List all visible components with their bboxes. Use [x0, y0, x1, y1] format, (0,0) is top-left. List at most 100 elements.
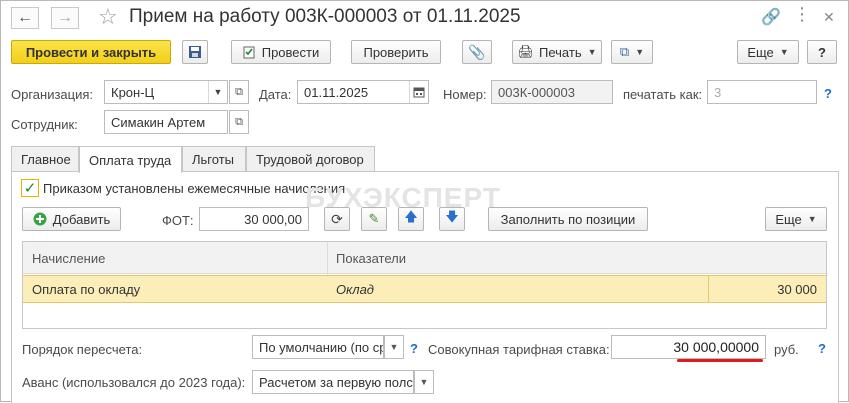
check-label: Проверить: [363, 44, 429, 60]
number-value: 003К-000003: [498, 84, 575, 100]
paperclip-icon: 📎: [468, 43, 486, 60]
back-button[interactable]: ←: [11, 7, 39, 29]
tab-contract-label: Трудовой договор: [256, 152, 364, 167]
tab-main-label: Главное: [21, 152, 71, 167]
window-title: Прием на работу 003К-000003 от 01.11.202…: [129, 6, 521, 27]
organization-value: Крон-Ц: [111, 84, 155, 100]
tab-benefits[interactable]: Льготы: [182, 146, 246, 172]
tab-main[interactable]: Главное: [11, 146, 79, 172]
organization-open-button[interactable]: ⧉: [229, 80, 249, 104]
add-button[interactable]: Добавить: [22, 207, 121, 231]
tariff-label: Совокупная тарифная ставка:: [428, 342, 610, 357]
tariff-help-icon[interactable]: ?: [818, 341, 826, 356]
recalc-field[interactable]: По умолчанию (по ср: [252, 335, 384, 359]
employee-open-button[interactable]: ⧉: [229, 110, 249, 134]
toolbar-more-label: Еще: [747, 44, 774, 60]
tab-payment[interactable]: Оплата труда: [79, 146, 182, 173]
move-up-button[interactable]: 🡅: [398, 207, 424, 231]
post-and-close-button[interactable]: Провести и закрыть: [11, 40, 171, 64]
tariff-value: 30 000,00000: [673, 339, 759, 355]
recalc-label: Порядок пересчета:: [22, 342, 143, 357]
employee-field[interactable]: Симакин Артем: [104, 110, 228, 134]
more-vertical-icon[interactable]: ⋮: [793, 4, 811, 25]
date-field[interactable]: 01.11.2025: [297, 80, 429, 104]
favorite-star-icon[interactable]: ☆: [98, 4, 118, 30]
cell-value: 30 000: [777, 282, 817, 297]
chevron-down-icon: ▼: [779, 47, 789, 57]
employee-value: Симакин Артем: [111, 114, 206, 130]
help-button[interactable]: ?: [807, 40, 837, 64]
recalc-dropdown-button[interactable]: ▼: [384, 335, 404, 359]
tab-payment-label: Оплата труда: [89, 152, 172, 168]
print-as-field[interactable]: 3: [707, 80, 817, 104]
organization-label: Организация:: [11, 87, 94, 102]
chevron-down-icon: ▼: [587, 47, 597, 57]
create-based-icon: ⧉: [619, 44, 630, 59]
number-label: Номер:: [443, 87, 487, 102]
fot-field[interactable]: 30 000,00: [199, 207, 309, 231]
chevron-down-icon: ▼: [419, 377, 429, 387]
print-as-label: печатать как:: [623, 87, 703, 102]
print-button[interactable]: 🖨 Печать ▼: [512, 40, 602, 64]
recalc-help-icon[interactable]: ?: [410, 341, 418, 356]
refresh-button[interactable]: ⟳: [324, 207, 350, 231]
checkmark-icon: ✓: [23, 180, 37, 197]
edit-button[interactable]: ✎: [361, 207, 387, 231]
column-header-indicators[interactable]: Показатели: [336, 251, 406, 266]
cell-indicator: Оклад: [336, 282, 374, 297]
save-icon: [189, 46, 201, 58]
date-label: Дата:: [259, 87, 292, 102]
forward-button[interactable]: →: [51, 7, 79, 29]
print-label: Печать: [539, 44, 582, 60]
arrow-left-icon: ←: [17, 9, 33, 26]
add-circle-icon: [33, 212, 47, 226]
attach-button[interactable]: 📎: [462, 40, 492, 64]
save-button[interactable]: [182, 40, 208, 64]
tariff-field[interactable]: 30 000,00000: [611, 335, 766, 359]
advance-value: Расчетом за первую полс: [259, 374, 413, 390]
fill-by-position-label: Заполнить по позиции: [500, 211, 636, 227]
highlight-underline: [677, 359, 763, 362]
open-window-icon: ⧉: [235, 115, 243, 128]
tab-benefits-label: Льготы: [192, 152, 235, 167]
table-more-label: Еще: [775, 211, 802, 227]
tab-contract[interactable]: Трудовой договор: [246, 146, 375, 172]
advance-dropdown-button[interactable]: ▼: [414, 370, 434, 394]
employee-label: Сотрудник:: [11, 117, 78, 132]
post-label: Провести: [261, 44, 320, 60]
move-down-button[interactable]: 🡇: [439, 207, 465, 231]
close-icon[interactable]: ✕: [823, 9, 835, 26]
arrow-right-icon: →: [57, 9, 73, 26]
fot-label: ФОТ:: [162, 213, 194, 228]
column-header-accrual[interactable]: Начисление: [32, 251, 105, 266]
fot-value: 30 000,00: [244, 211, 302, 227]
monthly-accruals-checkbox[interactable]: ✓: [21, 179, 39, 197]
tariff-unit: руб.: [774, 342, 799, 357]
organization-field[interactable]: Крон-Ц ▼: [104, 80, 228, 104]
chevron-down-icon: ▼: [807, 214, 817, 224]
check-button[interactable]: Проверить: [351, 40, 441, 64]
chevron-down-icon: ▼: [389, 342, 399, 352]
create-based-on-button[interactable]: ⧉ ▼: [611, 40, 653, 64]
advance-field[interactable]: Расчетом за первую полс: [252, 370, 414, 394]
post-button[interactable]: Провести: [231, 40, 331, 64]
post-document-icon: [243, 46, 255, 58]
print-as-help-icon[interactable]: ?: [824, 86, 832, 101]
add-label: Добавить: [52, 211, 111, 227]
fill-by-position-button[interactable]: Заполнить по позиции: [488, 207, 648, 231]
calendar-button[interactable]: [409, 81, 428, 103]
print-as-value: 3: [714, 84, 722, 100]
advance-label: Аванс (использовался до 2023 года):: [22, 375, 246, 390]
arrow-up-icon: 🡅: [404, 209, 418, 224]
table-row[interactable]: Оплата по окладу Оклад 30 000: [23, 275, 826, 303]
link-icon[interactable]: 🔗: [761, 7, 781, 27]
arrow-down-icon: 🡇: [445, 209, 459, 224]
help-label: ?: [818, 44, 826, 60]
post-and-close-label: Провести и закрыть: [25, 44, 157, 60]
monthly-accruals-label: Приказом установлены ежемесячные начисле…: [43, 181, 346, 196]
chevron-down-icon: ▼: [213, 87, 223, 97]
toolbar-more-button[interactable]: Еще ▼: [737, 40, 799, 64]
chevron-down-icon: ▼: [635, 47, 645, 57]
organization-dropdown-button[interactable]: ▼: [208, 81, 227, 103]
table-more-button[interactable]: Еще ▼: [765, 207, 827, 231]
